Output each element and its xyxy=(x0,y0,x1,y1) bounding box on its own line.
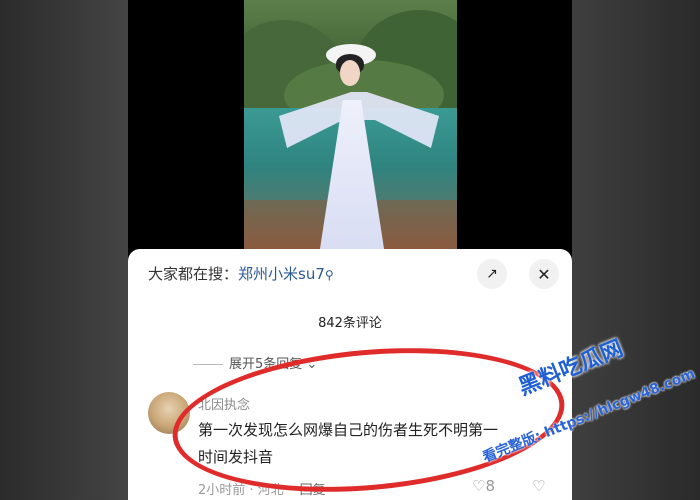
search-keyword[interactable]: 郑州小米su7 xyxy=(238,265,325,283)
chevron-down-icon: ⌄ xyxy=(306,357,318,372)
search-prefix: 大家都在搜： xyxy=(148,265,239,283)
reply-button[interactable]: 回复 xyxy=(300,483,326,498)
comment-time: 2小时前 · 河北 xyxy=(198,483,284,498)
like-button[interactable]: ♡8 xyxy=(472,477,495,495)
left-blur-panel xyxy=(0,0,128,500)
search-icon: ⚲ xyxy=(324,268,334,282)
figure-face xyxy=(340,60,360,86)
close-icon[interactable]: ✕ xyxy=(529,259,559,289)
video-player[interactable] xyxy=(244,0,457,250)
comment-meta: 2小时前 · 河北 回复 xyxy=(198,479,326,498)
avatar[interactable] xyxy=(148,392,190,434)
comment-username[interactable]: 北因执念 xyxy=(198,394,250,413)
divider xyxy=(193,364,223,365)
comment-text: 第一次发现怎么网爆自己的伤者生死不明第一时间发抖音 xyxy=(198,421,499,466)
comment-count: 842条评论 xyxy=(318,316,382,331)
search-suggestion[interactable]: 大家都在搜：郑州小米su7⚲ xyxy=(148,263,334,285)
dislike-icon[interactable]: ♡ xyxy=(532,477,545,495)
right-blur-panel xyxy=(572,0,700,500)
expand-replies-button[interactable]: 展开5条回复 ⌄ xyxy=(193,353,317,372)
like-count: 8 xyxy=(485,477,495,495)
expand-icon[interactable]: ↗ xyxy=(477,259,507,289)
heart-icon: ♡ xyxy=(472,477,486,495)
comment-sheet: 大家都在搜：郑州小米su7⚲ ↗ ✕ 842条评论 展开5条回复 ⌄ 北因执念 … xyxy=(128,249,572,500)
expand-replies-label: 展开5条回复 xyxy=(229,357,303,372)
